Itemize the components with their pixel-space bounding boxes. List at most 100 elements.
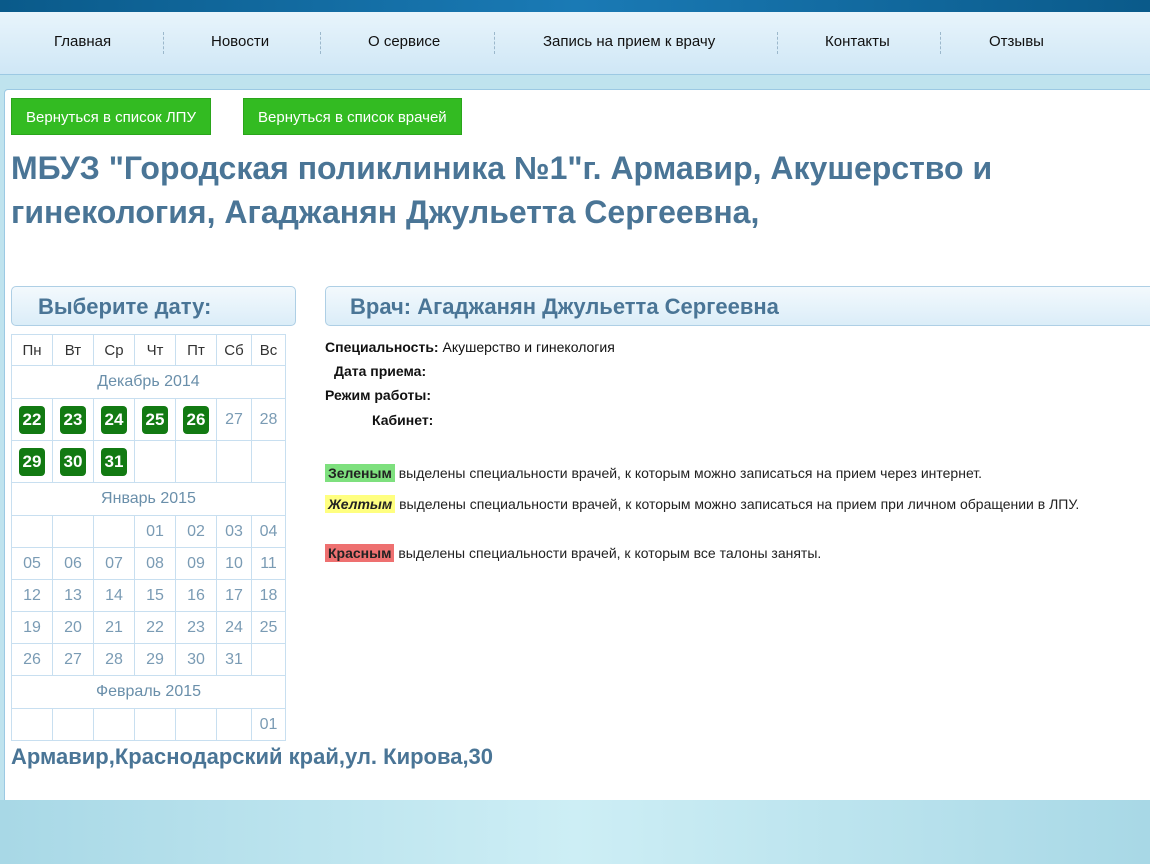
empty-cell xyxy=(134,440,176,483)
legend-green-text: выделены специальности врачей, к которым… xyxy=(394,465,983,481)
legend-red-text: выделены специальности врачей, к которым… xyxy=(394,545,822,561)
legend-yellow: Желтым выделены специальности врачей, к … xyxy=(325,495,1140,513)
empty-cell xyxy=(52,708,94,741)
calendar-day: 28 xyxy=(93,643,135,676)
calendar-day: 01 xyxy=(134,515,176,548)
empty-cell xyxy=(175,440,217,483)
available-day[interactable]: 25 xyxy=(142,405,168,434)
calendar-day: 11 xyxy=(251,547,286,580)
available-day[interactable]: 31 xyxy=(101,447,127,476)
calendar-day: 25 xyxy=(251,611,286,644)
calendar-day: 10 xyxy=(216,547,252,580)
top-strip xyxy=(0,0,1150,12)
available-day[interactable]: 23 xyxy=(60,405,86,434)
empty-cell xyxy=(216,440,252,483)
nav-reviews[interactable]: Отзывы xyxy=(989,33,1044,50)
schedule-label: Режим работы: xyxy=(325,387,432,403)
calendar-day: 26 xyxy=(11,643,53,676)
calendar-day: 01 xyxy=(251,708,286,741)
month-label-february: Февраль 2015 xyxy=(11,675,286,709)
month-label-december: Декабрь 2014 xyxy=(11,365,286,399)
calendar-day: 08 xyxy=(134,547,176,580)
weekday-fri: Пт xyxy=(175,334,217,366)
weekday-sat: Сб xyxy=(216,334,252,366)
calendar-day: 30 xyxy=(175,643,217,676)
legend-green: Зеленым выделены специальности врачей, к… xyxy=(325,464,1140,482)
nav-news[interactable]: Новости xyxy=(211,33,269,50)
main-nav: Главная Новости О сервисе Запись на прие… xyxy=(0,12,1150,75)
calendar-day: 15 xyxy=(134,579,176,612)
weekday-mon: Пн xyxy=(11,334,53,366)
page-title: МБУЗ "Городская поликлиника №1"г. Армави… xyxy=(11,150,993,230)
back-to-lpu-button[interactable]: Вернуться в список ЛПУ xyxy=(11,98,211,135)
calendar-day: 18 xyxy=(251,579,286,612)
legend-yellow-tag: Желтым xyxy=(325,495,396,513)
month-label-january: Январь 2015 xyxy=(11,482,286,516)
calendar-day: 02 xyxy=(175,515,217,548)
legend-red: Красным выделены специальности врачей, к… xyxy=(325,544,1140,562)
calendar-day: 04 xyxy=(251,515,286,548)
available-day[interactable]: 30 xyxy=(60,447,86,476)
available-day[interactable]: 29 xyxy=(19,447,45,476)
doctor-heading: Врач: Агаджанян Джульетта Сергеевна xyxy=(325,286,1150,326)
nav-appointment[interactable]: Запись на прием к врачу xyxy=(543,33,715,50)
empty-cell xyxy=(11,515,53,548)
calendar-day: 16 xyxy=(175,579,217,612)
nav-separator xyxy=(777,32,778,54)
nav-separator xyxy=(940,32,941,54)
calendar-table: Пн Вт Ср Чт Пт Сб Вс Декабрь 2014 22 23 … xyxy=(11,334,286,741)
empty-cell xyxy=(251,643,286,676)
calendar-day: 20 xyxy=(52,611,94,644)
nav-about[interactable]: О сервисе xyxy=(368,33,440,50)
legend-green-tag: Зеленым xyxy=(325,464,395,482)
clinic-address: Армавир,Краснодарский край,ул. Кирова,30 xyxy=(11,744,494,769)
specialty-row: Специальность: Акушерство и гинекология xyxy=(325,339,615,355)
cabinet-row: Кабинет: xyxy=(372,412,433,428)
calendar-day: 06 xyxy=(52,547,94,580)
available-day[interactable]: 24 xyxy=(101,405,127,434)
empty-cell xyxy=(134,708,176,741)
weekday-wed: Ср xyxy=(93,334,135,366)
calendar-heading: Выберите дату: xyxy=(11,286,296,326)
nav-separator xyxy=(494,32,495,54)
cabinet-label: Кабинет: xyxy=(372,412,434,428)
calendar-day: 24 xyxy=(216,611,252,644)
legend-yellow-text: выделены специальности врачей, к которым… xyxy=(395,496,1080,512)
nav-contacts[interactable]: Контакты xyxy=(825,33,890,50)
calendar-day: 12 xyxy=(11,579,53,612)
weekday-sun: Вс xyxy=(251,334,286,366)
calendar-day: 28 xyxy=(251,398,286,441)
empty-cell xyxy=(93,515,135,548)
nav-separator xyxy=(163,32,164,54)
empty-cell xyxy=(11,708,53,741)
empty-cell xyxy=(93,708,135,741)
calendar-day: 19 xyxy=(11,611,53,644)
date-label: Дата приема: xyxy=(334,363,427,379)
nav-separator xyxy=(320,32,321,54)
calendar-day: 09 xyxy=(175,547,217,580)
back-to-doctors-button[interactable]: Вернуться в список врачей xyxy=(243,98,462,135)
empty-cell xyxy=(175,708,217,741)
calendar-day: 27 xyxy=(216,398,252,441)
nav-home[interactable]: Главная xyxy=(54,33,111,50)
content-area: Вернуться в список ЛПУ Вернуться в списо… xyxy=(4,89,1150,801)
specialty-value: Акушерство и гинекология xyxy=(442,339,615,355)
calendar-day: 05 xyxy=(11,547,53,580)
available-day[interactable]: 26 xyxy=(183,405,209,434)
calendar-day: 23 xyxy=(175,611,217,644)
calendar-day: 29 xyxy=(134,643,176,676)
legend-red-tag: Красным xyxy=(325,544,395,562)
calendar-day: 31 xyxy=(216,643,252,676)
available-day[interactable]: 22 xyxy=(19,405,45,434)
empty-cell xyxy=(216,708,252,741)
weekday-tue: Вт xyxy=(52,334,94,366)
date-row: Дата приема: xyxy=(334,363,426,379)
calendar-day: 13 xyxy=(52,579,94,612)
calendar-day: 22 xyxy=(134,611,176,644)
calendar-day: 17 xyxy=(216,579,252,612)
weekday-thu: Чт xyxy=(134,334,176,366)
specialty-label: Специальность: xyxy=(325,339,439,355)
empty-cell xyxy=(52,515,94,548)
empty-cell xyxy=(251,440,286,483)
schedule-row: Режим работы: xyxy=(325,387,431,403)
